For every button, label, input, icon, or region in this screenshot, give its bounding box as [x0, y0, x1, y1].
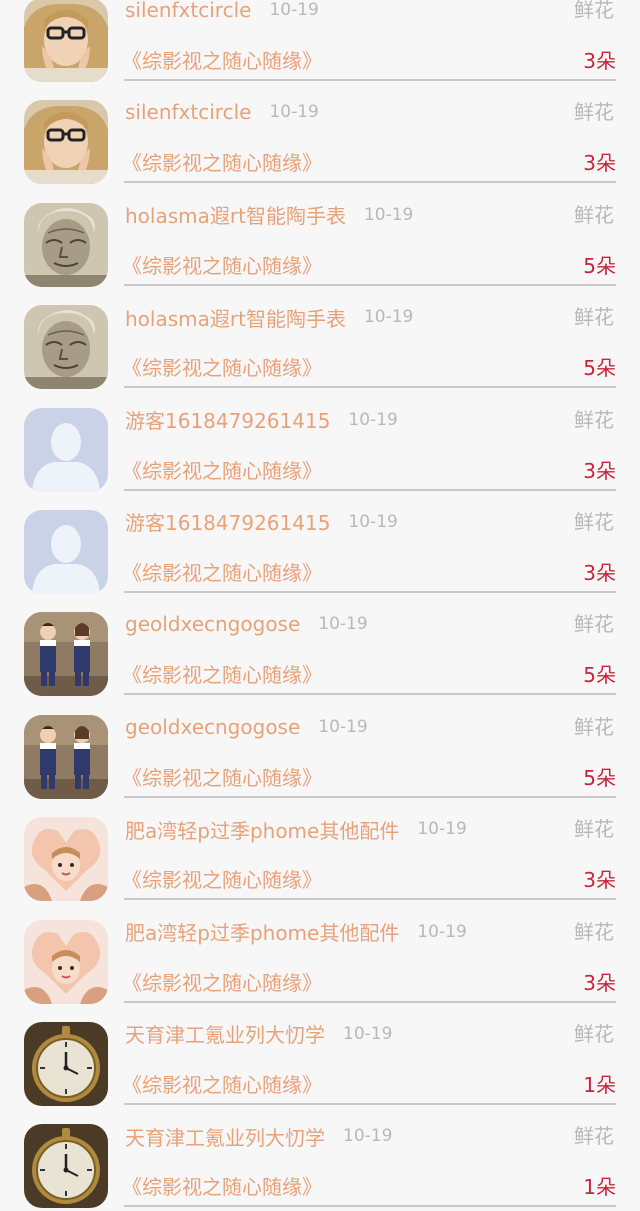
work-title[interactable]: 《综影视之随心随缘》: [122, 763, 322, 793]
date-label: 10-19: [348, 511, 398, 532]
date-label: 10-19: [417, 921, 467, 942]
list-item[interactable]: holasma遐rt智能陶手表 10-19 鲜花 《综影视之随心随缘》 5朵: [0, 289, 640, 391]
gift-count: 3朵: [583, 560, 616, 585]
list-item[interactable]: geoldxecngogose 10-19 鲜花 《综影视之随心随缘》 5朵: [0, 596, 640, 698]
gift-record-list: silenfxtcircle 10-19 鲜花 《综影视之随心随缘》 3朵 si…: [0, 0, 640, 1211]
gift-count: 3朵: [583, 151, 616, 176]
work-title[interactable]: 《综影视之随心随缘》: [122, 660, 322, 690]
username[interactable]: 游客1618479261415: [125, 405, 330, 434]
date-label: 10-19: [417, 819, 467, 840]
gift-type-label: 鲜花: [574, 305, 614, 330]
date-label: 10-19: [343, 1023, 393, 1044]
gift-type-label: 鲜花: [574, 100, 614, 125]
gift-count: 5朵: [583, 356, 616, 381]
username[interactable]: geoldxecngogose: [125, 715, 300, 739]
username[interactable]: 肥a湾轻p过季phome其他配件: [125, 917, 399, 946]
username[interactable]: 天育津工氪业列大忉学: [125, 1019, 325, 1048]
gift-type-label: 鲜花: [574, 509, 614, 534]
divider: [124, 795, 616, 798]
avatar[interactable]: [24, 0, 108, 82]
date-label: 10-19: [318, 614, 368, 635]
avatar[interactable]: [24, 714, 108, 799]
username[interactable]: geoldxecngogose: [125, 612, 300, 636]
gift-count: 3朵: [583, 868, 616, 893]
gift-count: 5朵: [583, 765, 616, 790]
avatar[interactable]: [24, 919, 108, 1004]
date-label: 10-19: [318, 716, 368, 737]
username[interactable]: 肥a湾轻p过季phome其他配件: [125, 815, 399, 844]
gift-count: 3朵: [583, 49, 616, 73]
divider: [124, 488, 616, 491]
list-item[interactable]: 肥a湾轻p过季phome其他配件 10-19 鲜花 《综影视之随心随缘》 3朵: [0, 904, 640, 1006]
divider: [124, 181, 616, 184]
list-item[interactable]: geoldxecngogose 10-19 鲜花 《综影视之随心随缘》 5朵: [0, 699, 640, 801]
divider: [124, 79, 616, 81]
username[interactable]: silenfxtcircle: [125, 0, 251, 22]
gift-type-label: 鲜花: [574, 612, 614, 637]
gift-type-label: 鲜花: [574, 407, 614, 432]
username[interactable]: silenfxtcircle: [125, 100, 251, 124]
divider: [124, 1000, 616, 1003]
gift-count: 1朵: [583, 1072, 616, 1097]
date-label: 10-19: [363, 307, 414, 328]
work-title[interactable]: 《综影视之随心随缘》: [122, 353, 322, 383]
avatar[interactable]: [24, 1021, 108, 1106]
divider: [124, 1102, 616, 1105]
divider: [124, 1205, 616, 1208]
date-label: 10-19: [363, 204, 414, 225]
gift-type-label: 鲜花: [574, 202, 614, 227]
work-title[interactable]: 《综影视之随心随缘》: [122, 456, 322, 486]
divider: [124, 693, 616, 696]
gift-type-label: 鲜花: [574, 1124, 614, 1149]
username[interactable]: 游客1618479261415: [125, 507, 330, 536]
date-label: 10-19: [269, 0, 319, 20]
gift-count: 3朵: [583, 970, 616, 995]
list-item[interactable]: holasma遐rt智能陶手表 10-19 鲜花 《综影视之随心随缘》 5朵: [0, 187, 640, 289]
list-item[interactable]: silenfxtcircle 10-19 鲜花 《综影视之随心随缘》 3朵: [0, 0, 640, 84]
list-item[interactable]: 游客1618479261415 10-19 鲜花 《综影视之随心随缘》 3朵: [0, 494, 640, 596]
avatar[interactable]: [24, 100, 108, 185]
username[interactable]: holasma遐rt智能陶手表: [125, 303, 346, 332]
gift-count: 5朵: [583, 663, 616, 688]
username[interactable]: holasma遐rt智能陶手表: [125, 200, 346, 229]
list-item[interactable]: silenfxtcircle 10-19 鲜花 《综影视之随心随缘》 3朵: [0, 84, 640, 186]
avatar[interactable]: [24, 817, 108, 902]
gift-type-label: 鲜花: [574, 0, 614, 22]
gift-count: 5朵: [583, 253, 616, 278]
work-title[interactable]: 《综影视之随心随缘》: [122, 1070, 322, 1100]
list-item[interactable]: 肥a湾轻p过季phome其他配件 10-19 鲜花 《综影视之随心随缘》 3朵: [0, 801, 640, 903]
gift-count: 3朵: [583, 458, 616, 483]
work-title[interactable]: 《综影视之随心随缘》: [122, 968, 322, 998]
work-title[interactable]: 《综影视之随心随缘》: [122, 865, 322, 895]
divider: [124, 590, 616, 593]
list-item[interactable]: 天育津工氪业列大忉学 10-19 鲜花 《综影视之随心随缘》 1朵: [0, 1006, 640, 1108]
divider: [124, 283, 616, 286]
work-title[interactable]: 《综影视之随心随缘》: [122, 251, 322, 281]
date-label: 10-19: [348, 409, 398, 430]
list-item[interactable]: 游客1618479261415 10-19 鲜花 《综影视之随心随缘》 3朵: [0, 392, 640, 494]
avatar[interactable]: [24, 305, 108, 390]
gift-type-label: 鲜花: [574, 714, 614, 739]
gift-type-label: 鲜花: [574, 817, 614, 842]
avatar[interactable]: [24, 202, 108, 287]
avatar[interactable]: [24, 407, 108, 492]
avatar[interactable]: [24, 1124, 108, 1209]
username[interactable]: 天育津工氪业列大忉学: [125, 1122, 325, 1151]
date-label: 10-19: [269, 102, 319, 123]
gift-type-label: 鲜花: [574, 919, 614, 944]
work-title[interactable]: 《综影视之随心随缘》: [122, 46, 322, 76]
avatar[interactable]: [24, 509, 108, 594]
list-item[interactable]: 天育津工氪业列大忉学 10-19 鲜花 《综影视之随心随缘》 1朵: [0, 1108, 640, 1210]
work-title[interactable]: 《综影视之随心随缘》: [122, 148, 322, 178]
date-label: 10-19: [343, 1126, 393, 1147]
gift-type-label: 鲜花: [574, 1021, 614, 1046]
avatar[interactable]: [24, 612, 108, 697]
work-title[interactable]: 《综影视之随心随缘》: [122, 558, 322, 588]
divider: [124, 386, 616, 389]
divider: [124, 898, 616, 901]
